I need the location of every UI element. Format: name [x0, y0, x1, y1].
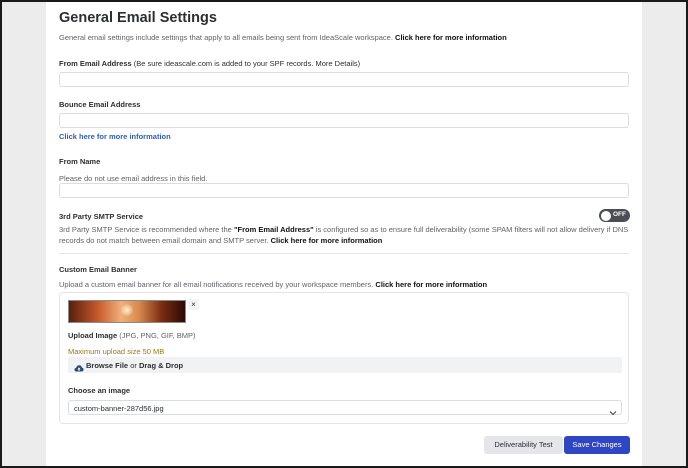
selected-image-value: custom-banner-287d56.jpg	[74, 404, 164, 413]
toggle-knob	[600, 210, 611, 221]
banner-label: Custom Email Banner	[59, 265, 137, 274]
save-changes-button[interactable]: Save Changes	[564, 436, 630, 454]
upload-image-label-text: Upload Image	[68, 331, 118, 340]
page-description-text: General email settings include settings …	[59, 33, 393, 42]
upload-formats: (JPG, PNG, GIF, BMP)	[117, 331, 196, 340]
remove-banner-icon[interactable]: ×	[188, 299, 199, 310]
banner-desc-text: Upload a custom email banner for all ema…	[59, 280, 374, 289]
toggle-state-text: OFF	[613, 211, 626, 218]
drag-drop-bold: Drag & Drop	[138, 361, 184, 370]
from-email-label-text: From Email Address	[59, 59, 132, 68]
max-upload-size: Maximum upload size 50 MB	[68, 347, 165, 356]
smtp-description-line2: records do not match between email domai…	[59, 236, 382, 245]
banner-image-highlight	[121, 304, 133, 316]
smtp-desc-text-2: is configured so as to ensure full deliv…	[313, 225, 629, 234]
banner-info-link[interactable]: Click here for more information	[375, 280, 487, 289]
bounce-email-label: Bounce Email Address	[59, 100, 141, 109]
from-email-label: From Email Address (Be sure ideascale.co…	[59, 59, 360, 68]
browse-or-text: or	[128, 361, 139, 370]
banner-upload-box: × Upload Image (JPG, PNG, GIF, BMP) Maxi…	[59, 292, 629, 424]
browse-file-text: Browse File or Drag & Drop	[86, 361, 183, 370]
spf-note: (Be sure ideascale.com is added to your …	[131, 59, 316, 68]
smtp-info-link[interactable]: Click here for more information	[271, 236, 383, 245]
smtp-desc-text: 3rd Party SMTP Service is recommended wh…	[59, 225, 234, 234]
deliverability-test-button[interactable]: Deliverability Test	[484, 436, 563, 454]
banner-description: Upload a custom email banner for all ema…	[59, 280, 487, 289]
page-title: General Email Settings	[59, 10, 217, 26]
from-name-label: From Name	[59, 157, 101, 166]
section-divider	[59, 253, 629, 254]
bounce-email-input[interactable]	[59, 113, 629, 128]
browse-file-bold: Browse File	[86, 361, 129, 370]
smtp-desc-text-3: records do not match between email domai…	[59, 236, 271, 245]
banner-preview-image	[68, 300, 186, 323]
from-name-hint: Please do not use email address in this …	[59, 174, 208, 183]
from-name-input[interactable]	[59, 183, 629, 198]
choose-image-label: Choose an image	[68, 386, 131, 395]
upload-image-label: Upload Image (JPG, PNG, GIF, BMP)	[68, 331, 196, 340]
bounce-info-link[interactable]: Click here for more information	[59, 132, 171, 141]
chevron-down-icon	[609, 404, 617, 422]
smtp-desc-bold: "From Email Address"	[233, 225, 314, 234]
page-info-link[interactable]: Click here for more information	[395, 33, 507, 42]
smtp-description-line1: 3rd Party SMTP Service is recommended wh…	[59, 225, 628, 234]
browse-file-dropzone[interactable]: Browse File or Drag & Drop	[68, 357, 622, 373]
page-description: General email settings include settings …	[59, 33, 507, 42]
spf-more-details-link[interactable]: More Details	[316, 59, 358, 68]
choose-image-select[interactable]: custom-banner-287d56.jpg	[68, 400, 622, 416]
email-settings-panel: General Email Settings General email set…	[46, 2, 642, 466]
smtp-toggle[interactable]: OFF	[599, 209, 630, 222]
smtp-label: 3rd Party SMTP Service	[59, 212, 144, 221]
from-email-input[interactable]	[59, 72, 629, 87]
cloud-upload-icon	[74, 360, 84, 378]
spf-note-close: )	[357, 59, 361, 68]
